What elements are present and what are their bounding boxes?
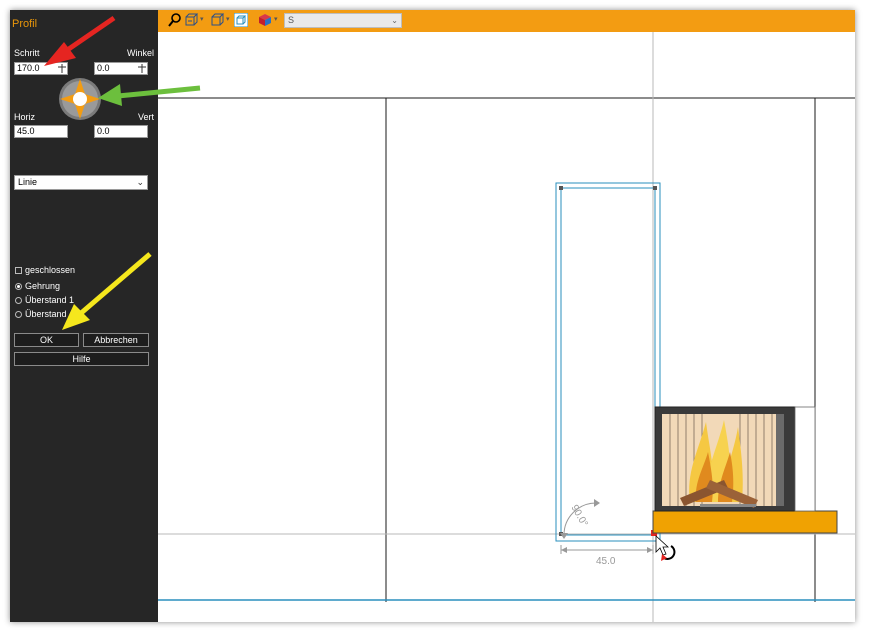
vertex-handle[interactable] bbox=[559, 186, 563, 190]
chevron-down-icon: ⌄ bbox=[136, 177, 144, 187]
line-type-select[interactable]: Linie ⌄ bbox=[14, 175, 148, 190]
app-window: Profil Schritt Winkel 170.0 0.0 Horiz Ve… bbox=[10, 10, 855, 622]
view-3d-icon[interactable] bbox=[234, 13, 248, 27]
profile-selection-outline bbox=[555, 182, 661, 542]
panel-title: Profil bbox=[12, 18, 38, 30]
view-cube-icon[interactable] bbox=[184, 13, 198, 27]
cursor-icon bbox=[655, 535, 676, 561]
angle-dimension-text: 90.0° bbox=[568, 503, 589, 529]
option-radio-gehrung[interactable] bbox=[15, 283, 22, 290]
vert-field[interactable]: 0.0 bbox=[94, 125, 148, 138]
cancel-button[interactable]: Abbrechen bbox=[83, 333, 149, 347]
ok-button[interactable]: OK bbox=[14, 333, 79, 347]
option-radio-ueberstand-1[interactable] bbox=[15, 297, 22, 304]
toolbar-select-value: S bbox=[288, 15, 295, 25]
winkel-label: Winkel bbox=[126, 48, 154, 58]
winkel-spinner-icon[interactable] bbox=[138, 64, 146, 73]
winkel-field[interactable]: 0.0 bbox=[94, 62, 148, 75]
color-dropdown-icon[interactable]: ▾ bbox=[274, 15, 278, 23]
vertex-handle[interactable] bbox=[653, 186, 657, 190]
schritt-spinner-icon[interactable] bbox=[58, 64, 66, 73]
schritt-field[interactable]: 170.0 bbox=[14, 62, 68, 75]
closed-label: geschlossen bbox=[25, 265, 76, 275]
view-cube-dropdown-icon[interactable]: ▾ bbox=[200, 15, 204, 23]
view-outline-dropdown-icon[interactable]: ▾ bbox=[226, 15, 230, 23]
option-label-ueberstand: Überstand bbox=[25, 309, 67, 319]
drawing-canvas[interactable]: 90.0° 45.0 bbox=[158, 32, 855, 622]
vert-value: 0.0 bbox=[97, 126, 110, 136]
winkel-value: 0.0 bbox=[97, 63, 110, 73]
help-button[interactable]: Hilfe bbox=[14, 352, 149, 366]
fireplace-side-glass bbox=[776, 414, 784, 506]
profile-outline[interactable] bbox=[560, 187, 656, 536]
color-cube-icon[interactable] bbox=[258, 13, 272, 27]
horiz-value: 45.0 bbox=[17, 126, 35, 136]
vert-label: Vert bbox=[137, 112, 154, 122]
horiz-field[interactable]: 45.0 bbox=[14, 125, 68, 138]
zoom-icon[interactable] bbox=[168, 13, 182, 27]
toolbar-select[interactable]: S ⌄ bbox=[284, 13, 402, 28]
line-type-value: Linie bbox=[18, 177, 38, 187]
fireplace-object[interactable] bbox=[652, 406, 838, 534]
option-label-gehrung: Gehrung bbox=[25, 281, 61, 291]
schritt-value: 170.0 bbox=[17, 63, 40, 73]
view-cube-outline-icon[interactable] bbox=[210, 13, 224, 27]
toolbar: ▾ ▾ ▾ S ⌄ bbox=[158, 10, 855, 32]
fireplace-base bbox=[652, 510, 838, 534]
horiz-label: Horiz bbox=[14, 112, 36, 122]
schritt-label: Schritt bbox=[14, 48, 40, 58]
dimension-text: 45.0 bbox=[596, 556, 616, 567]
option-radio-ueberstand[interactable] bbox=[15, 311, 22, 318]
chevron-down-icon: ⌄ bbox=[391, 16, 398, 25]
angle-arrow-icon bbox=[594, 499, 600, 507]
direction-compass-icon[interactable] bbox=[58, 77, 102, 121]
closed-checkbox[interactable] bbox=[15, 267, 22, 274]
fireplace-grate bbox=[700, 504, 756, 507]
option-label-ueberstand-1: Überstand 1 bbox=[25, 295, 75, 305]
dimension-arrow-icon bbox=[561, 547, 567, 553]
dimension-arrow-icon bbox=[647, 547, 653, 553]
profile-panel: Profil Schritt Winkel 170.0 0.0 Horiz Ve… bbox=[10, 10, 158, 622]
fireplace-side-panel bbox=[794, 406, 816, 512]
